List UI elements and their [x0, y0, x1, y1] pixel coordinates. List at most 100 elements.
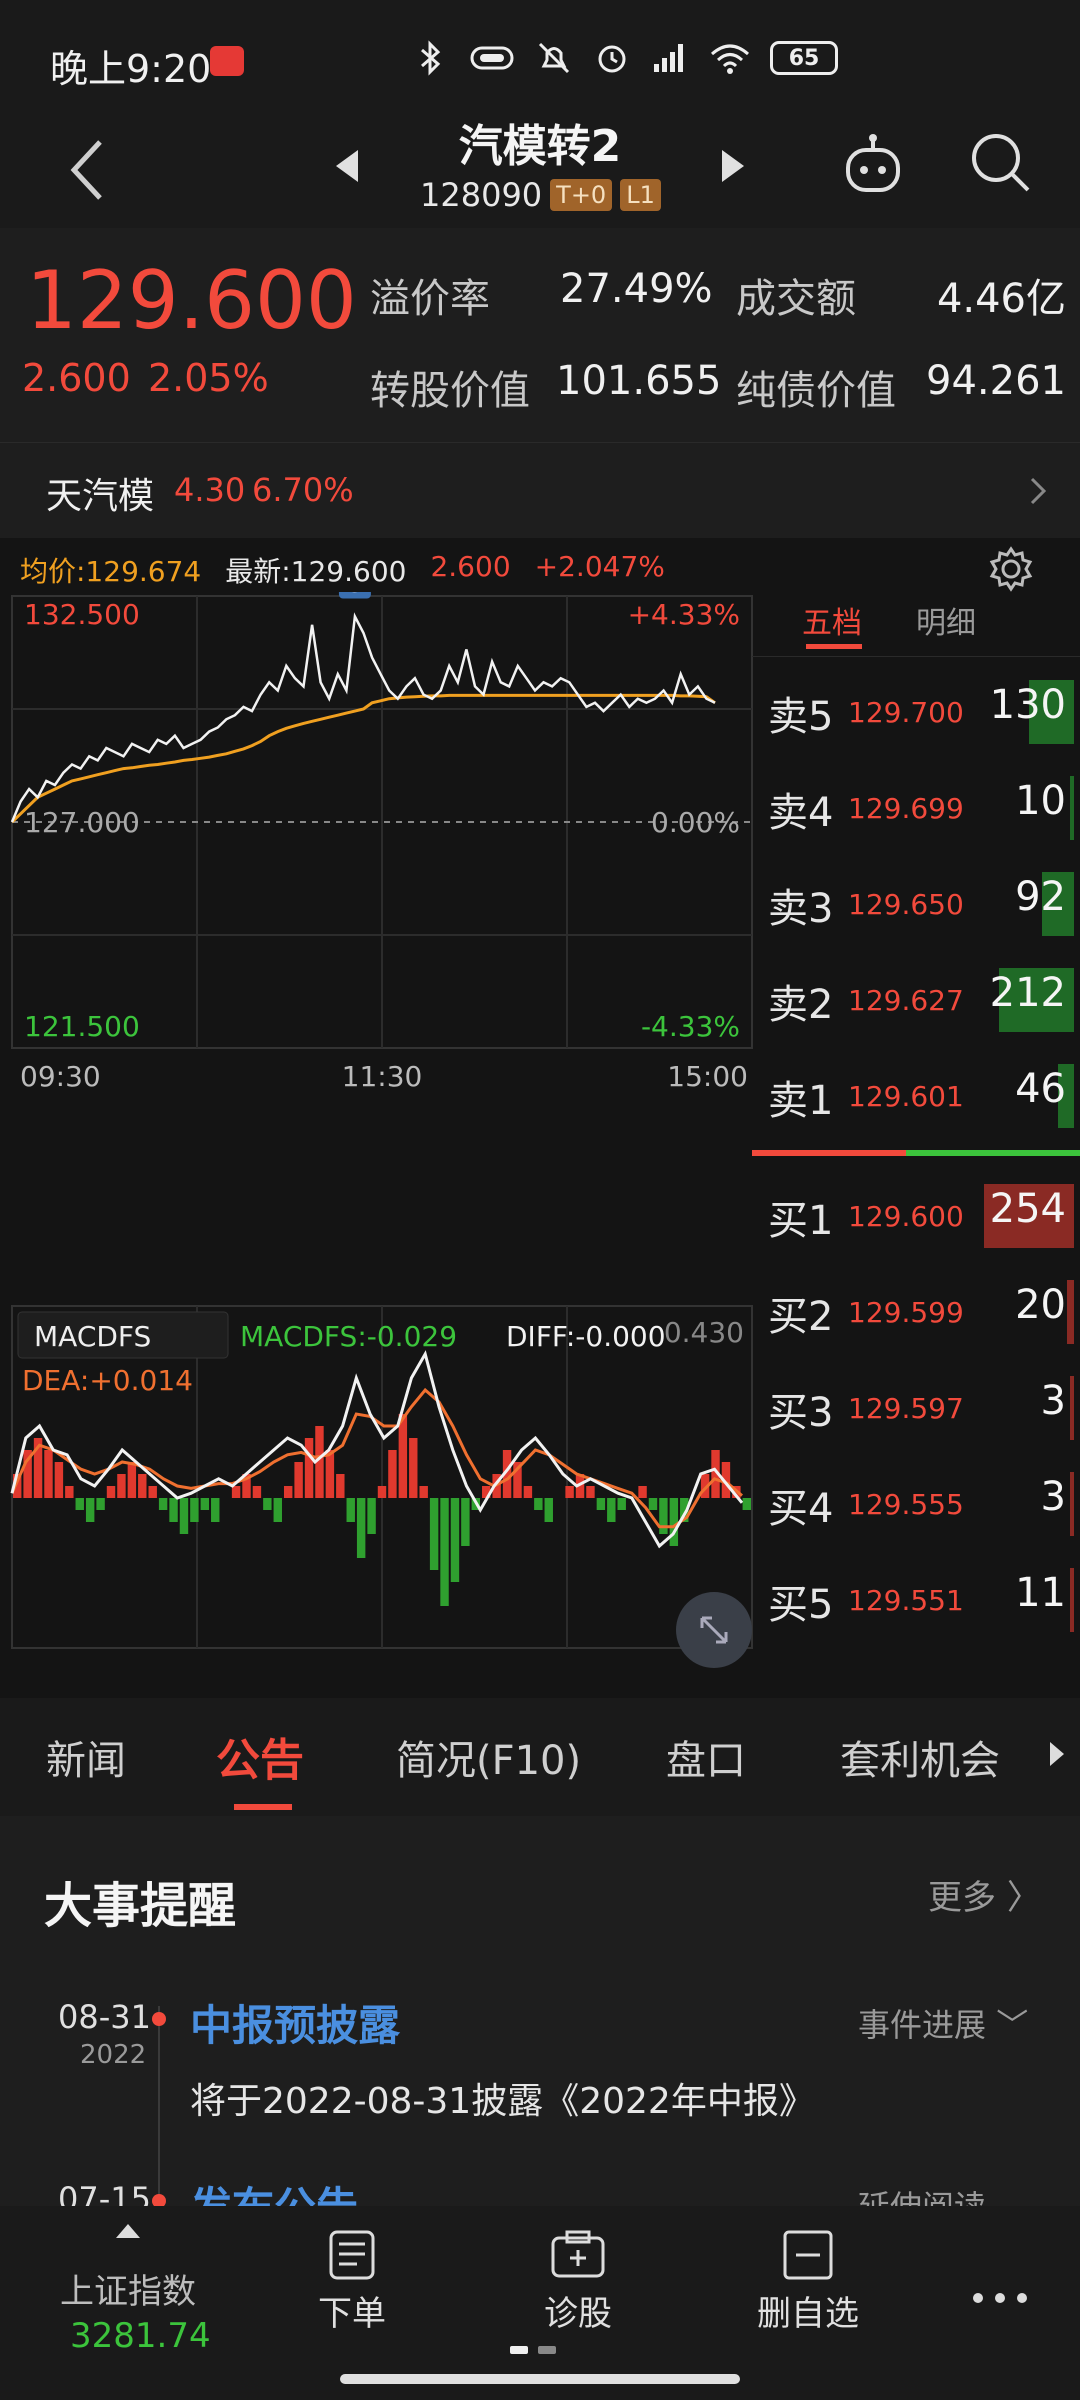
y-axis-bottom-label: 121.500: [24, 1010, 140, 1043]
more-link[interactable]: 更多 〉: [928, 1870, 1041, 1919]
tab-orderbook[interactable]: 盘口: [666, 1728, 746, 1786]
level-volume: 3: [1040, 1474, 1066, 1520]
signal-marker-label: S: [346, 592, 364, 599]
search-icon[interactable]: [966, 128, 1036, 198]
stock-pct: 6.70%: [252, 471, 354, 509]
order-tab-divider: [752, 656, 1080, 657]
robot-assistant-icon[interactable]: [840, 132, 906, 198]
turnover-value: 4.46亿: [936, 276, 1066, 322]
chart-area: 均价:129.674 最新:129.600 2.600 +2.047% S 132…: [0, 538, 1080, 1672]
event-date: 07-15: [58, 2180, 151, 2206]
level-price: 129.597: [848, 1392, 964, 1425]
tab-announcements[interactable]: 公告: [216, 1724, 304, 1788]
tab-profile[interactable]: 简况(F10): [396, 1728, 581, 1786]
tab-news[interactable]: 新闻: [46, 1728, 126, 1786]
stock-name: 天汽模: [46, 476, 155, 517]
macd-bar: [54, 1462, 64, 1498]
expand-chart-button[interactable]: [676, 1592, 752, 1668]
macd-bar: [617, 1498, 626, 1510]
ask-row[interactable]: 卖4 129.699 10: [752, 758, 1080, 854]
macd-bar: [85, 1498, 95, 1522]
y-axis-top-label: 132.500: [24, 598, 140, 631]
macd-value-label: MACDFS:-0.029: [240, 1320, 457, 1353]
turnover-label: 成交额: [736, 276, 856, 322]
level-volume: 11: [1015, 1570, 1066, 1616]
order-tab-underline: [806, 644, 862, 649]
wifi-icon: [711, 44, 749, 74]
avg-price-label: 均价:129.674: [20, 555, 202, 588]
ask-row[interactable]: 卖2 129.627 212: [752, 950, 1080, 1046]
underlying-stock-row[interactable]: 天汽模 4.30 6.70%: [0, 442, 1080, 538]
level-volume: 46: [1015, 1066, 1066, 1112]
level-volume: 130: [989, 682, 1066, 728]
macd-bar: [429, 1498, 439, 1570]
home-indicator[interactable]: [340, 2374, 740, 2384]
macd-bar: [388, 1450, 397, 1498]
macd-chart[interactable]: MACDFS MACDFS:-0.029 DIFF:-0.0000.430 DEA:+…: [0, 1298, 760, 1658]
info-change: 2.600: [430, 550, 511, 583]
bid-row[interactable]: 买5 129.551 11: [752, 1550, 1080, 1646]
macd-bar: [409, 1438, 418, 1498]
macd-bar: [648, 1498, 658, 1510]
x-tick-label: 11:30: [342, 1060, 423, 1093]
conv-value: 101.655: [556, 358, 722, 404]
level-price: 129.627: [848, 984, 964, 1017]
diagnose-icon: [551, 2230, 605, 2278]
nav-remove-watch[interactable]: 删自选: [746, 2228, 870, 2335]
tab-detail[interactable]: 明细: [916, 598, 976, 642]
bond-code: 128090: [420, 176, 543, 214]
level-price: 129.599: [848, 1296, 964, 1329]
ask-row[interactable]: 卖3 129.650 92: [752, 854, 1080, 950]
dea-value-label: DEA:+0.014: [22, 1364, 193, 1397]
level-label: 卖2: [768, 982, 834, 1028]
next-bond-button[interactable]: [720, 148, 746, 184]
y-axis-mid-label: 127.000: [24, 806, 140, 839]
page-title: 汽模转2: [458, 121, 622, 172]
macd-bar: [106, 1486, 116, 1498]
bid-ratio-fill: [752, 1150, 907, 1156]
caret-up-icon[interactable]: [116, 2224, 140, 2238]
level-volume: 20: [1015, 1282, 1066, 1328]
ask-row[interactable]: 卖5 129.700 130: [752, 662, 1080, 758]
macd-bar: [586, 1486, 595, 1498]
bid-row[interactable]: 买4 129.555 3: [752, 1454, 1080, 1550]
bid-row[interactable]: 买1 129.600 254: [752, 1166, 1080, 1262]
level-price: 129.700: [848, 696, 964, 729]
ask-row[interactable]: 卖1 129.601 46: [752, 1046, 1080, 1142]
level-label: 买2: [768, 1294, 834, 1340]
bid-row[interactable]: 买2 129.599 20: [752, 1262, 1080, 1358]
more-menu-icon[interactable]: [970, 2290, 1030, 2306]
event-tag[interactable]: 延伸阅读: [858, 2182, 986, 2206]
level-label: 卖5: [768, 694, 834, 740]
bid-row[interactable]: 买3 129.597 3: [752, 1358, 1080, 1454]
chart-info-line: 均价:129.674 最新:129.600 2.600 +2.047%: [20, 550, 665, 590]
price-line: [10, 612, 716, 823]
bond-value: 94.261: [926, 358, 1066, 404]
macd-bar: [544, 1498, 553, 1522]
tab-five-levels[interactable]: 五档: [802, 598, 862, 642]
status-time: 晚上9:20: [50, 47, 212, 91]
bid-volume-bar: [1070, 1376, 1074, 1440]
macd-bar: [65, 1486, 74, 1498]
nav-order[interactable]: 下单: [302, 2228, 402, 2335]
macd-bar: [669, 1498, 679, 1546]
tabs-more-icon[interactable]: [1050, 1742, 1064, 1766]
macd-bar: [179, 1498, 189, 1534]
level-label: 卖3: [768, 886, 834, 932]
level-label: 买4: [768, 1486, 834, 1532]
index-label[interactable]: 上证指数: [60, 2264, 196, 2313]
event-tag[interactable]: 事件进展 ﹀: [858, 2000, 1028, 2046]
macd-bar: [638, 1486, 647, 1498]
macd-bar: [356, 1498, 366, 1558]
gear-icon[interactable]: [988, 546, 1034, 592]
tab-arbitrage[interactable]: 套利机会: [840, 1728, 1000, 1786]
bid-ask-ratio-bar: [752, 1150, 1080, 1156]
intraday-chart[interactable]: S 132.500 127.000 121.500 +4.33% 0.00% -4.33% 0…: [0, 592, 760, 1282]
macd-bar: [534, 1498, 543, 1510]
events-section: 大事提醒 更多 〉 08-31 2022 中报预披露 事件进展 ﹀ 将于2022…: [0, 1816, 1080, 2206]
page-dot: [538, 2346, 556, 2354]
nav-diagnose[interactable]: 诊股: [528, 2228, 628, 2335]
macd-bar: [565, 1486, 574, 1498]
avg-price-line: [10, 693, 716, 824]
timeline-dot: [152, 2012, 166, 2026]
